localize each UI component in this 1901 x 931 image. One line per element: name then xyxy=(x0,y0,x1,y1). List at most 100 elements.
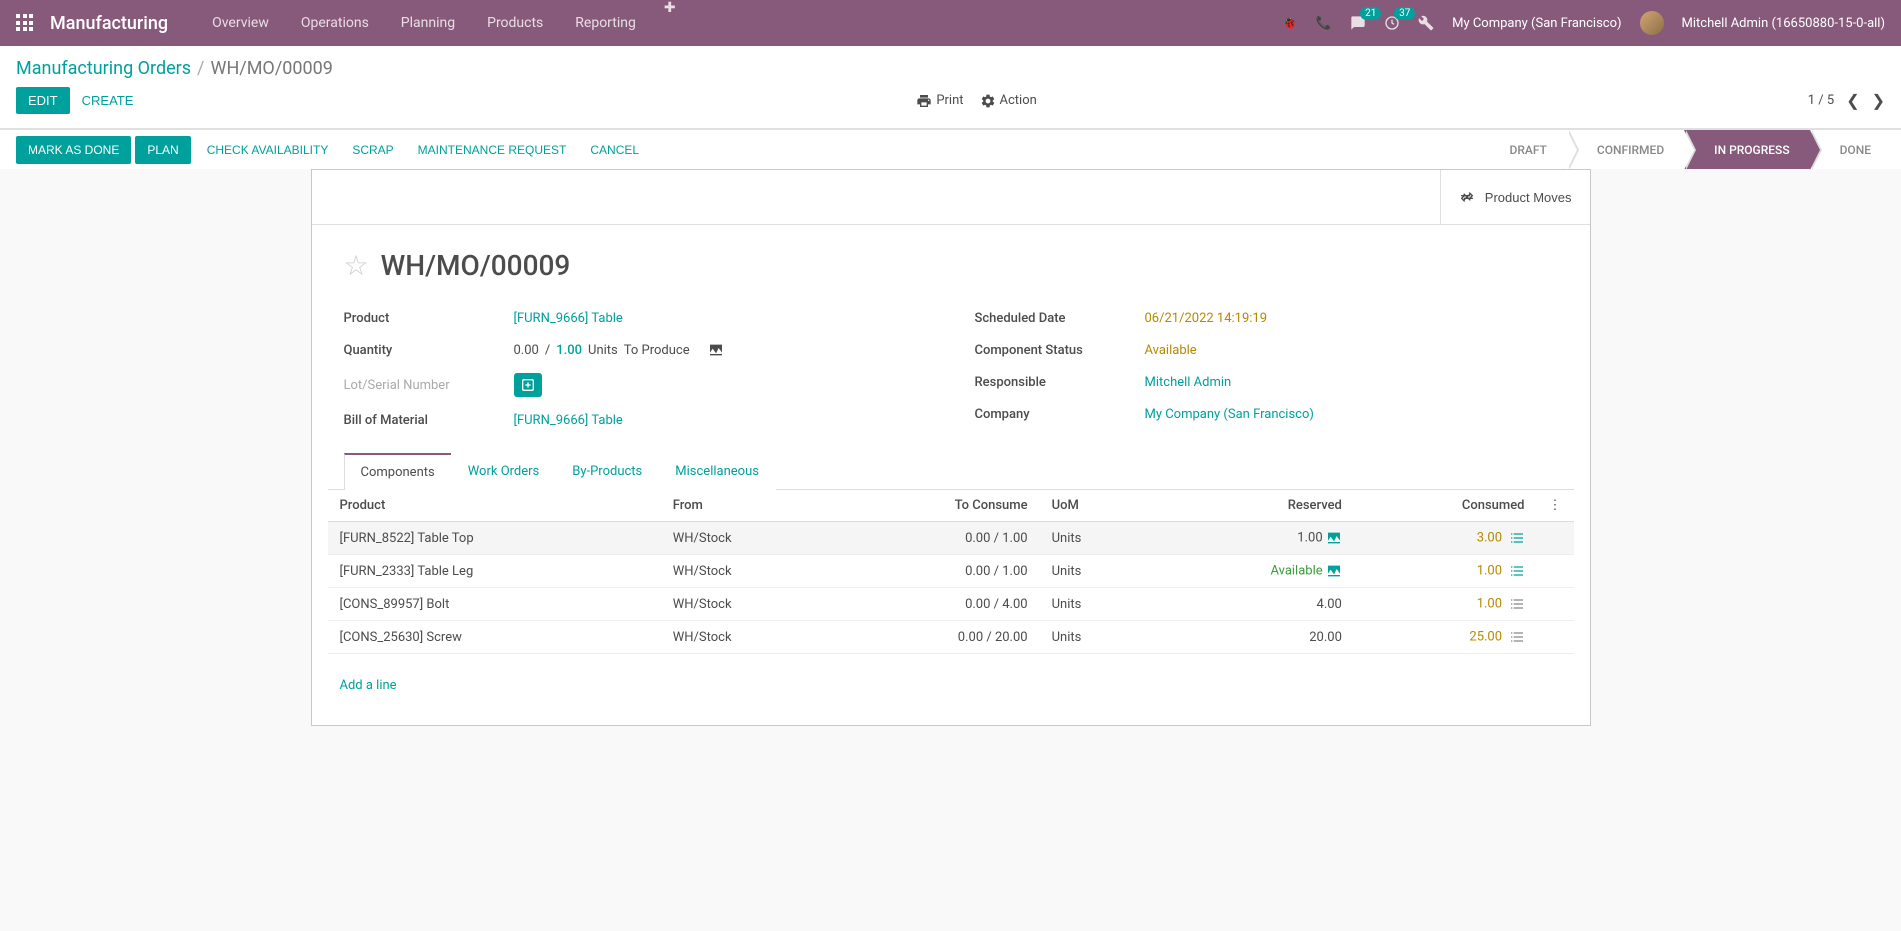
col-uom[interactable]: UoM xyxy=(1040,490,1153,522)
pager-next-icon[interactable]: ❯ xyxy=(1872,91,1885,110)
maintenance-button[interactable]: Maintenance Request xyxy=(406,136,579,164)
cell-reserved: 20.00 xyxy=(1153,621,1354,654)
phone-icon[interactable]: 📞 xyxy=(1316,16,1332,31)
tab-miscellaneous[interactable]: Miscellaneous xyxy=(658,453,776,490)
cell-consumed: 25.00 xyxy=(1354,621,1537,654)
edit-button[interactable]: Edit xyxy=(16,87,70,114)
table-row[interactable]: [FURN_2333] Table LegWH/Stock0.00 / 1.00… xyxy=(328,555,1574,588)
cell-reserved: 1.00 xyxy=(1153,522,1354,555)
forecast-icon[interactable] xyxy=(1326,530,1342,545)
control-panel: Manufacturing Orders / WH/MO/00009 Edit … xyxy=(0,46,1901,129)
cell-from: WH/Stock xyxy=(661,621,836,654)
create-button[interactable]: Create xyxy=(70,87,146,114)
lot-add-button[interactable] xyxy=(514,373,542,397)
cell-consumed: 1.00 xyxy=(1354,588,1537,621)
table-row[interactable]: [FURN_8522] Table TopWH/Stock0.00 / 1.00… xyxy=(328,522,1574,555)
nav-planning[interactable]: Planning xyxy=(385,0,471,46)
company-name[interactable]: My Company (San Francisco) xyxy=(1452,16,1621,31)
priority-star-icon[interactable]: ☆ xyxy=(344,249,369,282)
cell-uom: Units xyxy=(1040,588,1153,621)
bug-icon[interactable]: 🐞 xyxy=(1282,16,1298,31)
col-product[interactable]: Product xyxy=(328,490,661,522)
col-from[interactable]: From xyxy=(661,490,836,522)
forecast-icon[interactable] xyxy=(708,342,724,358)
detail-list-icon[interactable] xyxy=(1509,530,1525,545)
cell-consumed: 3.00 xyxy=(1354,522,1537,555)
debug-icon[interactable] xyxy=(1418,15,1434,31)
nav-operations[interactable]: Operations xyxy=(285,0,385,46)
value-scheduled: 06/21/2022 14:19:19 xyxy=(1145,311,1268,326)
plus-icon[interactable]: ✚ xyxy=(652,0,688,46)
activity-icon[interactable]: 37 xyxy=(1384,15,1400,31)
col-consumed[interactable]: Consumed xyxy=(1354,490,1537,522)
topbar: Manufacturing Overview Operations Planni… xyxy=(0,0,1901,46)
col-reserved[interactable]: Reserved xyxy=(1153,490,1354,522)
check-availability-button[interactable]: Check availability xyxy=(195,136,341,164)
chat-icon[interactable]: 21 xyxy=(1350,15,1366,31)
record-name: WH/MO/00009 xyxy=(381,249,571,282)
breadcrumb-current: WH/MO/00009 xyxy=(210,58,332,79)
label-scheduled: Scheduled Date xyxy=(975,311,1145,326)
pager-prev-icon[interactable]: ❮ xyxy=(1846,91,1859,110)
status-step-done[interactable]: DONE xyxy=(1810,130,1901,169)
value-product[interactable]: [FURN_9666] Table xyxy=(514,311,623,326)
nav-menu: Overview Operations Planning Products Re… xyxy=(196,0,687,46)
avatar[interactable] xyxy=(1640,11,1664,35)
cell-product: [FURN_2333] Table Leg xyxy=(328,555,661,588)
pager: 1 / 5 ❮ ❯ xyxy=(1808,91,1885,110)
cell-product: [FURN_8522] Table Top xyxy=(328,522,661,555)
qty-to-produce: To Produce xyxy=(624,343,690,358)
print-button[interactable]: Print xyxy=(916,93,963,109)
detail-list-icon[interactable] xyxy=(1509,563,1525,578)
tab-work-orders[interactable]: Work Orders xyxy=(451,453,557,490)
breadcrumb-parent[interactable]: Manufacturing Orders xyxy=(16,58,191,79)
detail-list-icon[interactable] xyxy=(1509,629,1525,644)
value-comp-status: Available xyxy=(1145,343,1197,358)
status-step-in-progress[interactable]: IN PROGRESS xyxy=(1684,130,1809,169)
table-row[interactable]: [CONS_25630] ScrewWH/Stock0.00 / 20.00Un… xyxy=(328,621,1574,654)
label-company: Company xyxy=(975,407,1145,422)
tab-by-products[interactable]: By-Products xyxy=(555,453,659,490)
systray: 🐞 📞 21 37 My Company (San Francisco) Mit… xyxy=(1282,11,1885,35)
form-sheet: Product Moves ☆ WH/MO/00009 Product [FUR… xyxy=(311,169,1591,726)
table-row[interactable]: [CONS_89957] BoltWH/Stock0.00 / 4.00Unit… xyxy=(328,588,1574,621)
col-options-icon[interactable]: ⋮ xyxy=(1537,490,1574,522)
cancel-button[interactable]: Cancel xyxy=(578,136,651,164)
detail-list-icon[interactable] xyxy=(1509,596,1525,611)
tab-components[interactable]: Components xyxy=(344,453,452,490)
cell-to-consume: 0.00 / 20.00 xyxy=(835,621,1039,654)
cell-from: WH/Stock xyxy=(661,588,836,621)
mark-done-button[interactable]: Mark as Done xyxy=(16,136,131,164)
plan-button[interactable]: Plan xyxy=(135,136,190,164)
user-name[interactable]: Mitchell Admin (16650880-15-0-all) xyxy=(1682,16,1885,31)
value-responsible[interactable]: Mitchell Admin xyxy=(1145,375,1232,390)
app-brand[interactable]: Manufacturing xyxy=(50,13,168,34)
nav-overview[interactable]: Overview xyxy=(196,0,285,46)
forecast-icon[interactable] xyxy=(1326,563,1342,578)
label-bom: Bill of Material xyxy=(344,413,514,428)
cell-reserved: Available xyxy=(1153,555,1354,588)
product-moves-button[interactable]: Product Moves xyxy=(1440,170,1590,224)
qty-uom: Units xyxy=(588,343,618,358)
tabs: ComponentsWork OrdersBy-ProductsMiscella… xyxy=(312,452,1590,489)
activity-badge: 37 xyxy=(1394,7,1415,20)
label-comp-status: Component Status xyxy=(975,343,1145,358)
action-button[interactable]: Action xyxy=(980,93,1037,109)
status-step-draft[interactable]: DRAFT xyxy=(1479,130,1566,169)
status-step-confirmed[interactable]: CONFIRMED xyxy=(1567,130,1684,169)
components-table: Product From To Consume UoM Reserved Con… xyxy=(328,489,1574,654)
cell-uom: Units xyxy=(1040,555,1153,588)
cell-uom: Units xyxy=(1040,522,1153,555)
statusbar: Mark as Done Plan Check availability Scr… xyxy=(0,129,1901,169)
value-company[interactable]: My Company (San Francisco) xyxy=(1145,407,1314,422)
cell-uom: Units xyxy=(1040,621,1153,654)
nav-reporting[interactable]: Reporting xyxy=(559,0,652,46)
cell-to-consume: 0.00 / 4.00 xyxy=(835,588,1039,621)
apps-icon[interactable] xyxy=(16,14,34,32)
value-bom[interactable]: [FURN_9666] Table xyxy=(514,413,623,428)
nav-products[interactable]: Products xyxy=(471,0,559,46)
label-responsible: Responsible xyxy=(975,375,1145,390)
add-line-link[interactable]: Add a line xyxy=(328,670,1590,701)
scrap-button[interactable]: Scrap xyxy=(340,136,405,164)
col-to-consume[interactable]: To Consume xyxy=(835,490,1039,522)
